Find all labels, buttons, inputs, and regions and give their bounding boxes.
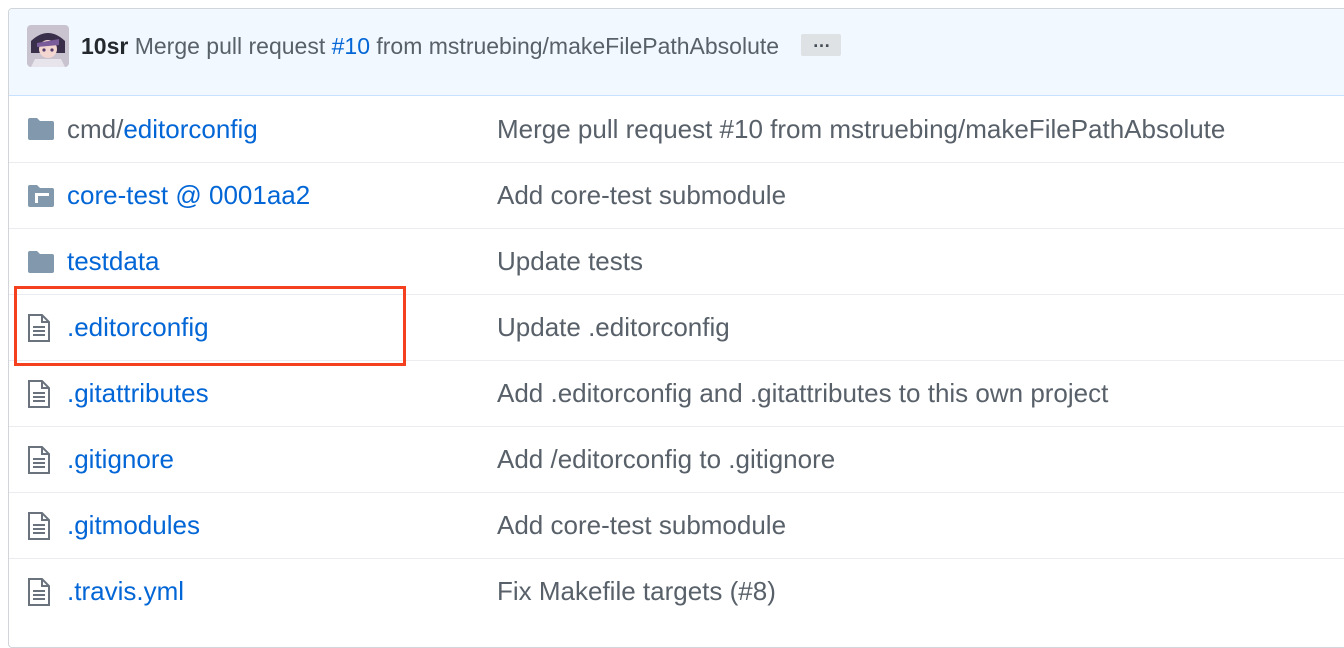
commit-message-link[interactable]: Fix Makefile targets (#8)	[497, 576, 776, 607]
file-icon	[9, 379, 67, 408]
file-row: .travis.yml Fix Makefile targets (#8)	[9, 558, 1344, 624]
file-browser: 10sr Merge pull request #10 from mstrueb…	[8, 8, 1344, 648]
commit-author[interactable]: 10sr	[81, 33, 128, 59]
file-name[interactable]: .gitattributes	[67, 378, 209, 408]
file-row: testdata Update tests	[9, 228, 1344, 294]
file-name-link[interactable]: .travis.yml	[67, 576, 497, 607]
commit-message-link[interactable]: Update .editorconfig	[497, 312, 730, 343]
file-name-link[interactable]: core-test @ 0001aa2	[67, 180, 497, 211]
pr-link[interactable]: #10	[332, 33, 370, 59]
file-row: cmd/editorconfig Merge pull request #10 f…	[9, 96, 1344, 162]
file-name-link[interactable]: cmd/editorconfig	[67, 114, 497, 145]
latest-commit-bar: 10sr Merge pull request #10 from mstrueb…	[9, 9, 1344, 96]
file-icon	[9, 577, 67, 606]
file-row: .gitattributes Add .editorconfig and .git…	[9, 360, 1344, 426]
file-name-link[interactable]: .gitattributes	[67, 378, 497, 409]
submodule-icon	[9, 184, 67, 208]
file-row: .gitignore Add /editorconfig to .gitignor…	[9, 426, 1344, 492]
file-name[interactable]: editorconfig	[123, 114, 257, 144]
commit-message-link[interactable]: Add .editorconfig and .gitattributes to …	[497, 378, 1108, 409]
file-name[interactable]: .gitignore	[67, 444, 174, 474]
commit-message-link[interactable]: Add core-test submodule	[497, 180, 786, 211]
file-name[interactable]: testdata	[67, 246, 160, 276]
expand-commit-button[interactable]: …	[801, 32, 842, 57]
file-row: core-test @ 0001aa2 Add core-test submodu…	[9, 162, 1344, 228]
commit-message-link[interactable]: Add core-test submodule	[497, 510, 786, 541]
file-name[interactable]: .editorconfig	[67, 312, 209, 342]
avatar[interactable]	[27, 25, 69, 67]
file-row: .editorconfig Update .editorconfig	[9, 294, 1344, 360]
file-icon	[9, 313, 67, 342]
file-list: cmd/editorconfig Merge pull request #10 f…	[9, 96, 1344, 624]
file-icon	[9, 511, 67, 540]
commit-message-link[interactable]: Update tests	[497, 246, 643, 277]
file-name[interactable]: .travis.yml	[67, 576, 184, 606]
commit-message-prefix[interactable]: Merge pull request	[135, 33, 326, 59]
folder-icon	[9, 250, 67, 274]
file-name[interactable]: core-test @ 0001aa2	[67, 180, 310, 210]
commit-message-link[interactable]: Add /editorconfig to .gitignore	[497, 444, 835, 475]
file-name-link[interactable]: .gitmodules	[67, 510, 497, 541]
file-name-prefix[interactable]: cmd/	[67, 114, 123, 144]
file-icon	[9, 445, 67, 474]
file-name-link[interactable]: .editorconfig	[67, 312, 497, 343]
folder-icon	[9, 117, 67, 141]
file-name-link[interactable]: testdata	[67, 246, 497, 277]
commit-message-suffix[interactable]: from mstruebing/makeFilePathAbsolute	[376, 33, 779, 59]
file-name[interactable]: .gitmodules	[67, 510, 200, 540]
file-name-link[interactable]: .gitignore	[67, 444, 497, 475]
commit-message-link[interactable]: Merge pull request #10 from mstruebing/m…	[497, 114, 1225, 145]
commit-summary: 10sr Merge pull request #10 from mstrueb…	[81, 32, 842, 60]
file-row: .gitmodules Add core-test submodule	[9, 492, 1344, 558]
